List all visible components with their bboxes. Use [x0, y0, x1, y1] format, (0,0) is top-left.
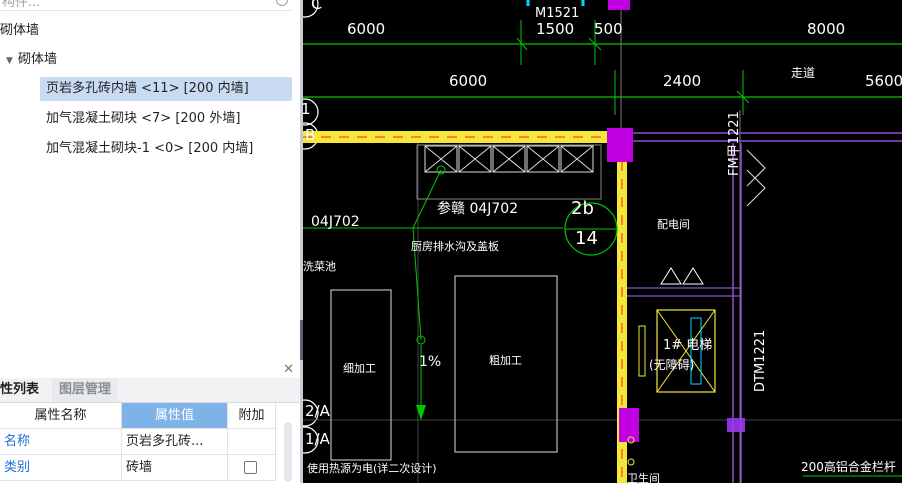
- property-panel: ✕ 性列表 图层管理 属性名称 属性值 附加 名称 页岩多孔砖... 类别 砖墙: [0, 360, 300, 483]
- tree-item-label: 加气混凝土砌块 <7> [200 外墙]: [46, 111, 241, 126]
- chevron-down-icon[interactable]: ▼: [6, 49, 18, 73]
- ref-detail-bottom: 14: [575, 228, 598, 249]
- door-label: M1521: [535, 6, 580, 21]
- dim-6000-second: 6000: [449, 72, 488, 90]
- tab-layer-management[interactable]: 图层管理: [52, 378, 119, 402]
- search-icon[interactable]: [276, 0, 288, 6]
- ref-detail-top: 2b: [571, 198, 594, 219]
- property-value[interactable]: 页岩多孔砖...: [122, 429, 228, 455]
- axis-label-1: 1: [303, 100, 311, 118]
- dim-6000-top: 6000: [347, 20, 386, 38]
- rough-process-label: 粗加工: [489, 354, 522, 367]
- close-icon[interactable]: ✕: [283, 362, 294, 377]
- dtm-label: DTM1221: [753, 329, 768, 392]
- fine-process-label: 细加工: [343, 362, 376, 375]
- elevator-sub-label: (无障碍): [649, 358, 695, 372]
- sink-note: 洗菜池: [303, 260, 336, 273]
- component-search[interactable]: 构件...: [0, 0, 292, 11]
- axis-label-2a: 2/A: [305, 402, 330, 420]
- fm-label: FM甲1221: [727, 111, 742, 176]
- additional-checkbox[interactable]: [244, 461, 257, 474]
- property-scrollbar[interactable]: [284, 422, 292, 482]
- dim-1500: 1500: [536, 20, 575, 38]
- reference-text: 参赣 04J702: [437, 201, 519, 217]
- cad-canvas[interactable]: C B 1 2/A 1/A 6000 M1521 1500 500 8000 6…: [303, 0, 902, 483]
- tree-root[interactable]: 砌体墙: [0, 19, 39, 43]
- axis-label-b: B: [305, 126, 316, 144]
- tree-item-shale-brick[interactable]: 页岩多孔砖内墙 <11> [200 内墙]: [40, 77, 292, 101]
- tree-root-label: 砌体墙: [0, 23, 40, 38]
- railing-note: 200高铝合金栏杆: [801, 460, 896, 474]
- property-name: 类别: [0, 455, 122, 481]
- left-reference: 04J702: [311, 214, 360, 230]
- corridor-label: 走道: [791, 66, 816, 80]
- tree-item-aerated-block-1[interactable]: 加气混凝土砌块-1 <0> [200 内墙]: [46, 137, 253, 161]
- search-input[interactable]: 构件...: [2, 0, 40, 10]
- tree-item-label: 加气混凝土砌块-1 <0> [200 内墙]: [46, 141, 254, 156]
- elevator-label: 1# 电梯: [663, 338, 713, 353]
- property-tabs: 性列表 图层管理: [0, 378, 300, 403]
- drain-note: 厨房排水沟及盖板: [411, 240, 499, 253]
- col-property-name: 属性名称: [0, 403, 122, 429]
- axis-label-c: C: [311, 0, 323, 13]
- property-additional: [228, 429, 276, 455]
- distribution-room-label: 配电间: [657, 218, 690, 231]
- power-note: 使用热源为电(详二次设计): [307, 462, 437, 475]
- tree-item-aerated-block[interactable]: 加气混凝土砌块 <7> [200 外墙]: [46, 107, 240, 131]
- tree-item-label: 页岩多孔砖内墙 <11> [200 内墙]: [46, 81, 249, 96]
- tree-group[interactable]: ▼ 砌体墙: [6, 48, 57, 72]
- bottom-room-fragment: 卫生间: [627, 472, 660, 483]
- property-name: 名称: [0, 429, 122, 455]
- slope-label: 1%: [419, 354, 442, 370]
- dim-2400: 2400: [663, 72, 702, 90]
- tree-group-label: 砌体墙: [18, 52, 58, 67]
- left-panel: 构件... 砌体墙 ▼ 砌体墙 页岩多孔砖内墙 <11> [200 内墙] 加气混…: [0, 0, 300, 483]
- dim-5600: 5600: [865, 72, 902, 90]
- property-value[interactable]: 砖墙: [122, 455, 228, 481]
- tab-property-list[interactable]: 性列表: [0, 378, 39, 402]
- dim-500: 500: [594, 20, 623, 38]
- col-property-value: 属性值: [122, 403, 228, 429]
- dim-8000: 8000: [807, 20, 846, 38]
- property-additional: [228, 455, 276, 481]
- axis-label-1a: 1/A: [305, 430, 330, 448]
- col-additional: 附加: [228, 403, 276, 429]
